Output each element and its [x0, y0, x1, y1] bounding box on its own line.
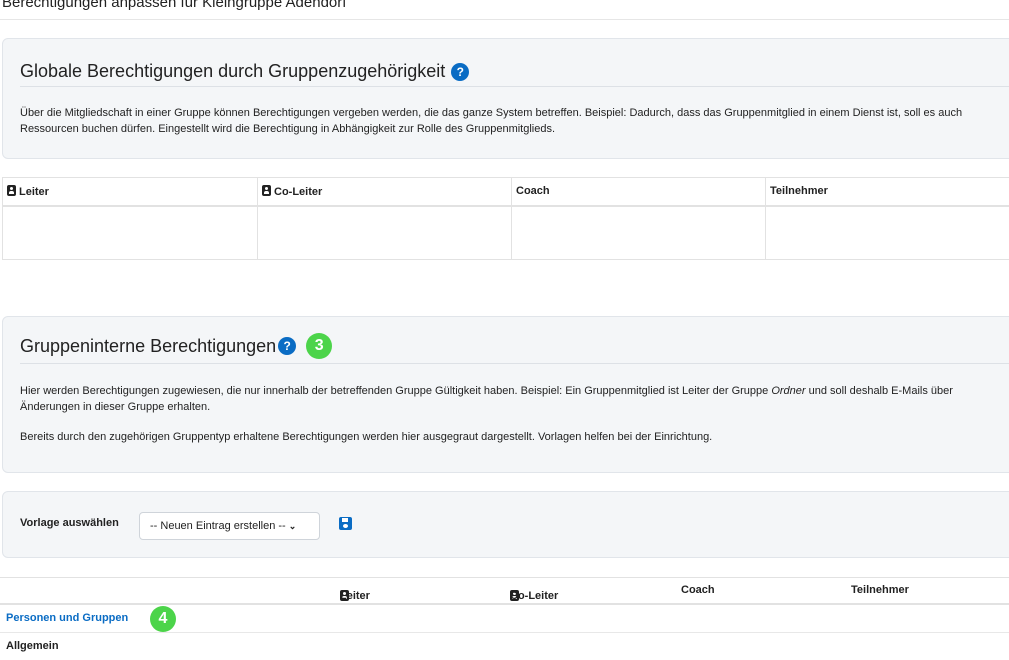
table-row	[2, 205, 1009, 260]
category-link-personen-und-gruppen[interactable]: Personen und Gruppen	[6, 612, 128, 624]
column-header-co-leiter: Co-Leiter	[257, 177, 512, 207]
template-select-value: -- Neuen Eintrag erstellen --	[150, 520, 286, 532]
heading-divider	[20, 363, 1009, 364]
column-header-teilnehmer: Teilnehmer	[851, 584, 909, 596]
id-badge-icon	[7, 184, 16, 196]
id-badge-icon	[262, 184, 271, 196]
internal-permissions-description: Hier werden Berechtigungen zugewiesen, d…	[20, 385, 953, 413]
category-label-allgemein: Allgemein	[6, 640, 59, 652]
list-item: Allgemein	[0, 633, 1009, 660]
column-header-leiter: Leiter	[2, 177, 258, 207]
global-permissions-table: Leiter Co-Leiter Coach Teilnehmer	[2, 177, 1009, 260]
global-permissions-title: Globale Berechtigungen durch Gruppenzuge…	[20, 61, 446, 81]
column-header-teilnehmer: Teilnehmer	[765, 177, 1009, 207]
template-select[interactable]: -- Neuen Eintrag erstellen -- ⌄	[139, 512, 320, 540]
save-icon[interactable]	[339, 517, 352, 530]
column-header-coach: Coach	[511, 177, 766, 207]
page-title: Berechtigungen anpassen für Kleingruppe …	[2, 0, 347, 11]
table-cell	[765, 205, 1009, 260]
step-badge: 3	[306, 333, 333, 359]
internal-permissions-title: Gruppeninterne Berechtigungen	[20, 335, 277, 356]
table-cell	[2, 205, 258, 260]
internal-permissions-heading: Gruppeninterne Berechtigungen ? 3	[20, 333, 333, 359]
table-cell	[257, 205, 512, 260]
internal-permissions-note: Bereits durch den zugehörigen Gruppentyp…	[20, 431, 713, 443]
step-badge: 4	[150, 606, 176, 632]
heading-divider	[20, 86, 1009, 87]
template-panel: Vorlage auswählen -- Neuen Eintrag erste…	[2, 491, 1009, 558]
global-permissions-description: Über die Mitgliedschaft in einer Gruppe …	[20, 107, 963, 135]
title-divider	[0, 19, 1009, 20]
chevron-down-icon: ⌄	[288, 520, 297, 531]
template-label: Vorlage auswählen	[20, 517, 119, 529]
help-icon[interactable]: ?	[278, 337, 297, 355]
column-header-coach: Coach	[681, 584, 715, 596]
internal-permissions-panel: Gruppeninterne Berechtigungen ? 3 Hier w…	[2, 316, 1009, 473]
global-permissions-panel: Globale Berechtigungen durch Gruppenzuge…	[2, 38, 1009, 159]
permissions-table-header: Leiter Co-Leiter Coach Teilnehmer	[0, 577, 1009, 605]
global-permissions-heading: Globale Berechtigungen durch Gruppenzuge…	[20, 61, 470, 82]
list-item[interactable]: Personen und Gruppen 4	[0, 605, 1009, 633]
table-cell	[511, 205, 766, 260]
help-icon[interactable]: ?	[451, 62, 470, 81]
